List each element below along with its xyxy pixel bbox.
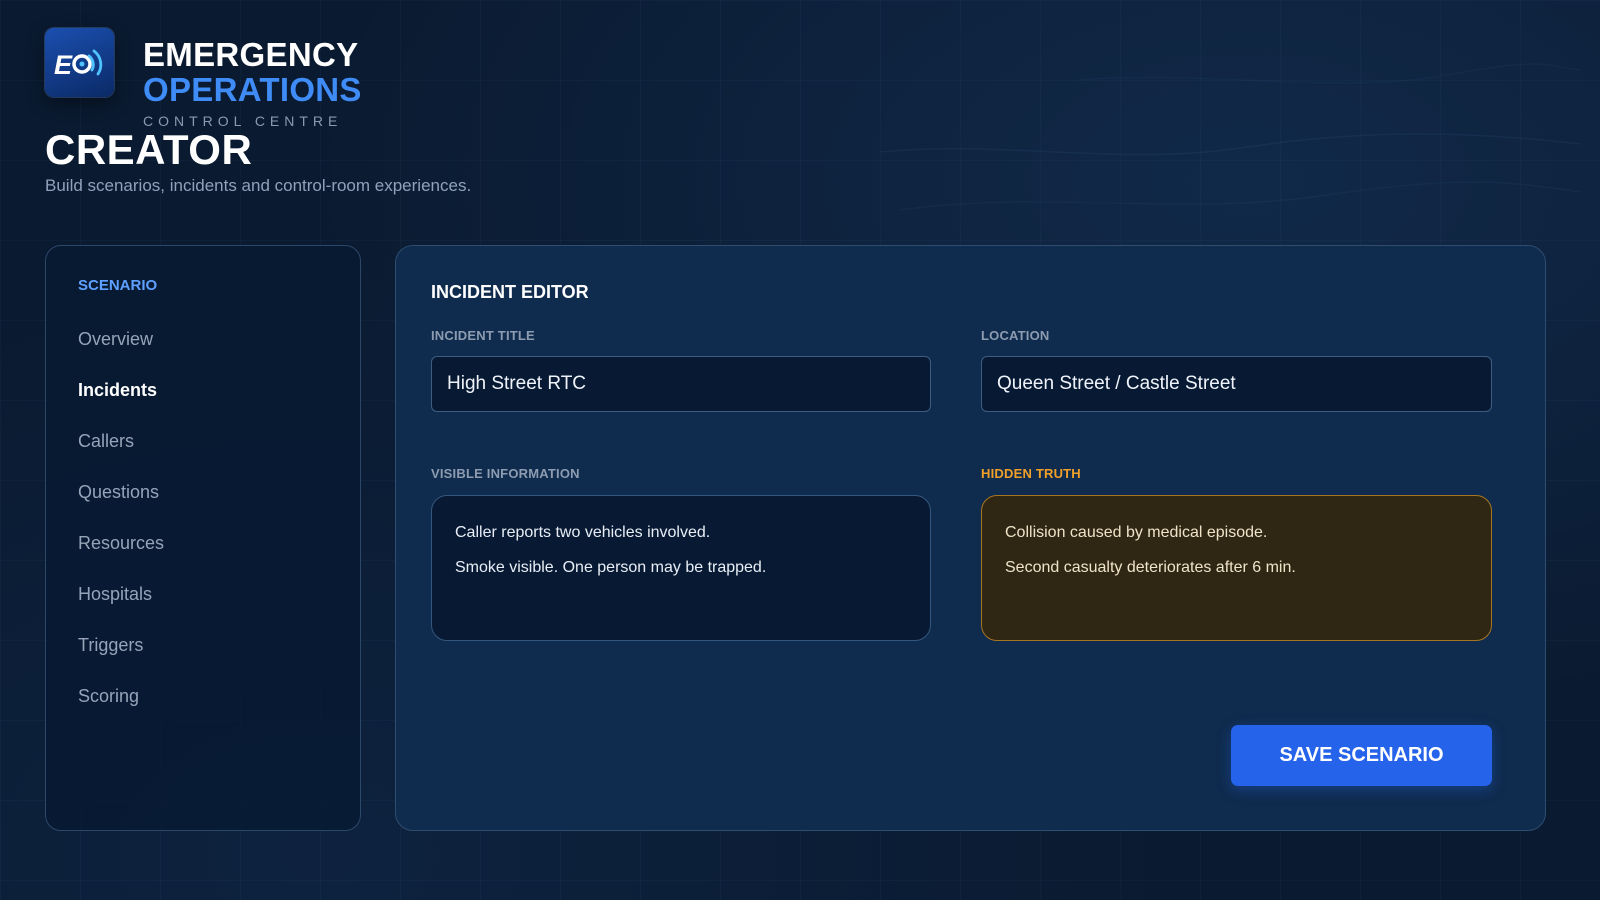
incident-title-label: INCIDENT TITLE [431, 328, 535, 343]
sidebar-item-scoring[interactable]: Scoring [78, 686, 139, 707]
brand: E EMERGENCY OPERATIONS CONTROL CENTRE [45, 28, 362, 129]
scenario-sidebar: SCENARIO Overview Incidents Callers Ques… [45, 245, 361, 831]
eo-broadcast-logo-icon: E [45, 28, 114, 97]
editor-title: INCIDENT EDITOR [431, 282, 589, 302]
incident-editor-panel: INCIDENT EDITOR INCIDENT TITLE High Stre… [395, 245, 1546, 831]
page-title: CREATOR [45, 126, 253, 173]
visible-information-line: Smoke visible. One person may be trapped… [455, 559, 767, 576]
location-input[interactable]: Queen Street / Castle Street [981, 356, 1492, 412]
sidebar-item-triggers[interactable]: Triggers [78, 635, 143, 656]
location-label: LOCATION [981, 328, 1050, 343]
visible-information-label: VISIBLE INFORMATION [431, 466, 580, 481]
sidebar-item-resources[interactable]: Resources [78, 533, 164, 554]
hidden-truth-line: Second casualty deteriorates after 6 min… [1005, 559, 1296, 576]
sidebar-item-overview[interactable]: Overview [78, 329, 153, 350]
brand-line-operations: OPERATIONS [143, 71, 362, 108]
sidebar-item-incidents[interactable]: Incidents [78, 380, 157, 401]
sidebar-item-questions[interactable]: Questions [78, 482, 159, 503]
hidden-truth-line: Collision caused by medical episode. [1005, 524, 1268, 541]
logo-mark: E [54, 49, 102, 80]
brand-text: EMERGENCY OPERATIONS CONTROL CENTRE [143, 37, 362, 129]
visible-information-line: Caller reports two vehicles involved. [455, 524, 711, 541]
sidebar-item-hospitals[interactable]: Hospitals [78, 584, 152, 605]
hidden-truth-label: HIDDEN TRUTH [981, 466, 1081, 481]
save-scenario-button[interactable]: SAVE SCENARIO [1231, 725, 1492, 786]
svg-text:E: E [54, 50, 73, 80]
sidebar-heading: SCENARIO [78, 277, 158, 294]
page-subtitle: Build scenarios, incidents and control-r… [45, 176, 472, 195]
background-decoration [880, 63, 1580, 211]
hidden-truth-textarea[interactable]: Collision caused by medical episode. Sec… [981, 495, 1492, 641]
incident-title-input[interactable]: High Street RTC [431, 356, 931, 412]
brand-line-emergency: EMERGENCY [143, 36, 359, 73]
visible-information-textarea[interactable]: Caller reports two vehicles involved. Sm… [431, 495, 931, 641]
sidebar-item-callers[interactable]: Callers [78, 431, 134, 452]
